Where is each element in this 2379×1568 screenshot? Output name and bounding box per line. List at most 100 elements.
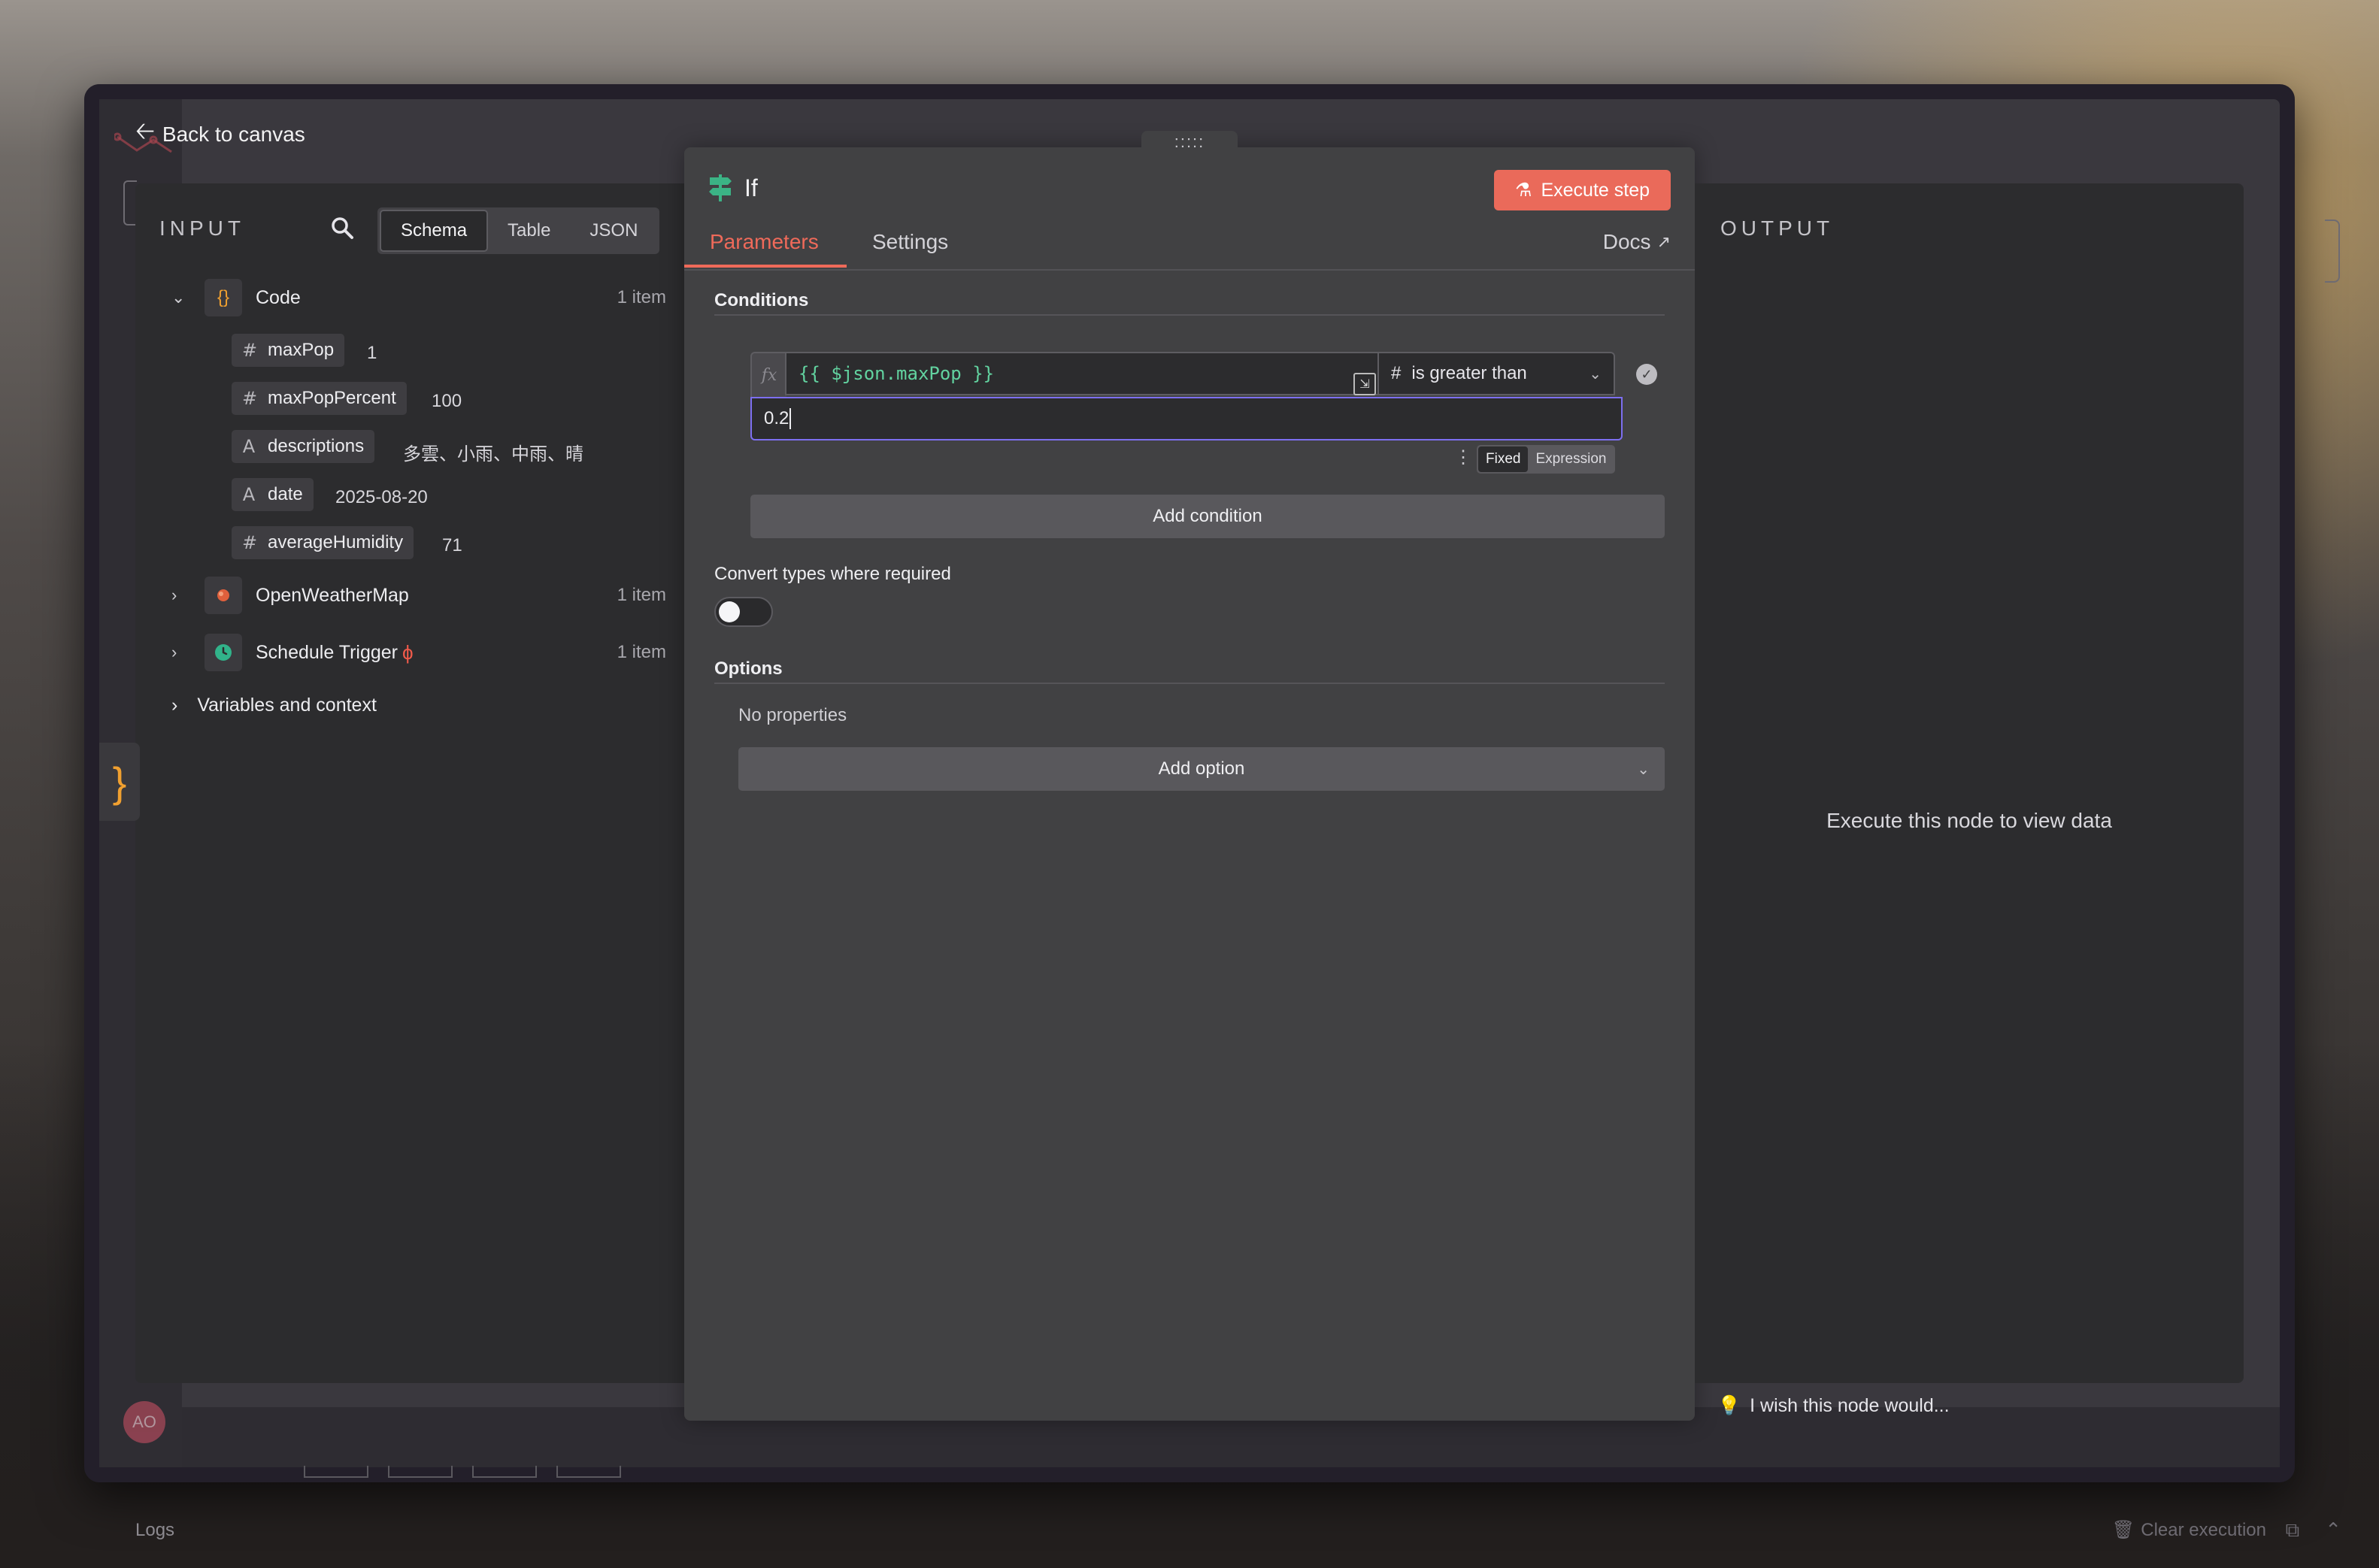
mode-expression[interactable]: Expression [1528,446,1614,472]
code-node-tab[interactable]: } [99,743,140,821]
input-panel: INPUT Schema Table JSON ⌄ {} Code 1 item… [135,183,684,1383]
popout-icon[interactable]: ⧉ [2286,1518,2300,1542]
active-tab-indicator [684,265,847,268]
tab-table[interactable]: Table [488,210,570,252]
operator-label: is greater than [1411,363,1527,383]
tree-node-schedule-trigger[interactable]: › Schedule Trigger ϕ 1 item [135,630,684,675]
item-count: 1 item [617,287,666,307]
feedback-label: I wish this node would... [1750,1395,1950,1416]
expand-icon[interactable]: ⇲ [1353,373,1376,395]
output-panel-title: OUTPUT [1720,216,1835,240]
search-icon[interactable] [329,215,355,241]
more-options-icon[interactable]: ⋮ [1454,446,1472,468]
canvas-edge-control [2325,219,2340,283]
signpost-icon [709,174,732,201]
view-mode-tabs: Schema Table JSON [377,207,660,254]
divider [714,683,1665,684]
number-type-icon: # [242,340,258,361]
logs-toggle[interactable]: Logs [135,1520,174,1541]
check-circle-icon: ✓ [1636,364,1657,385]
drag-handle[interactable]: ::::: [1141,131,1238,153]
clock-icon [205,634,242,671]
string-type-icon: A [242,436,256,457]
node-name: Code [256,286,301,308]
right-value-text: 0.2 [764,408,789,428]
text-caret [789,408,792,429]
field-name: descriptions [268,436,365,456]
convert-types-toggle[interactable] [714,597,773,627]
arrow-left-icon: 🡠 [135,117,155,144]
weather-icon [205,577,242,614]
logs-actions: ⧉ ⌃ [2286,1518,2341,1542]
field-value: 1 [367,343,377,363]
variables-and-context[interactable]: › Variables and context [171,695,377,716]
options-title: Options [714,658,783,679]
item-count: 1 item [617,642,666,662]
node-editor-panel: ::::: If ⚗ Execute step Parameters Setti… [684,131,1695,1421]
node-title[interactable]: If [744,174,758,202]
chevron-down-icon[interactable]: ⌄ [171,288,192,307]
execute-step-button[interactable]: ⚗ Execute step [1494,170,1671,210]
tab-json[interactable]: JSON [570,210,657,252]
input-panel-title: INPUT [159,216,245,240]
schema-field-maxpop[interactable]: # maxPop [232,334,345,367]
output-panel: OUTPUT Execute this node to view data [1695,183,2244,1383]
clear-execution-label: Clear execution [2141,1519,2266,1540]
add-option-dropdown[interactable]: Add option ⌄ [738,747,1665,791]
trigger-bolt-icon: ϕ [402,640,414,664]
node-header: If [707,173,758,203]
number-type-icon: # [242,388,258,409]
avatar[interactable]: AO [123,1401,165,1443]
tab-schema[interactable]: Schema [380,210,489,252]
no-properties-text: No properties [738,705,847,725]
docs-label: Docs [1602,230,1651,253]
right-value-input[interactable]: 0.2 [750,397,1623,440]
field-value: 71 [442,535,462,555]
mode-fixed[interactable]: Fixed [1478,446,1529,472]
convert-types-label: Convert types where required [714,564,951,584]
number-type-icon: # [1391,363,1402,383]
output-empty-message: Execute this node to view data [1826,809,2112,832]
code-braces-icon: {} [205,279,242,316]
feedback-link[interactable]: 💡 I wish this node would... [1717,1395,1950,1417]
clear-execution-button[interactable]: 🗑 Clear execution [2112,1519,2266,1541]
schema-field-maxpoppercent[interactable]: # maxPopPercent [232,382,407,415]
field-value: 2025-08-20 [335,487,428,507]
schema-field-averagehumidity[interactable]: # averageHumidity [232,526,414,559]
field-name: maxPopPercent [268,388,396,408]
field-name: date [268,484,303,504]
tab-parameters[interactable]: Parameters [710,230,819,254]
left-value-expression[interactable]: {{ $json.maxPop }} [785,352,1379,395]
back-to-canvas-link[interactable]: 🡠 Back to canvas [135,114,305,155]
chevron-down-icon: ⌄ [1589,365,1602,383]
trash-icon: 🗑 [2111,1520,2135,1540]
schema-field-date[interactable]: A date [232,478,314,511]
add-condition-button[interactable]: Add condition [750,495,1665,538]
fx-icon: fx [750,352,786,398]
external-link-icon: ↗ [1656,232,1671,251]
back-to-canvas-label: Back to canvas [162,123,305,146]
schema-field-descriptions[interactable]: A descriptions [232,430,375,463]
operator-select[interactable]: # is greater than ⌄ [1379,352,1615,395]
field-value: 100 [432,391,462,411]
execute-step-label: Execute step [1541,179,1650,201]
lightbulb-icon: 💡 [1717,1395,1741,1416]
tree-node-code[interactable]: ⌄ {} Code 1 item [135,275,684,320]
add-option-label: Add option [1158,758,1245,779]
docs-link[interactable]: Docs ↗ [1603,230,1671,254]
fixed-expression-toggle: Fixed Expression [1477,445,1616,474]
chevron-right-icon[interactable]: › [171,643,192,662]
toggle-knob [719,601,740,622]
condition-row: fx {{ $json.maxPop }} ⇲ # is greater tha… [750,352,1657,398]
chevron-right-icon[interactable]: › [171,586,192,605]
node-editor-tabs: Parameters Settings Docs ↗ [684,226,1695,271]
chevron-up-icon[interactable]: ⌃ [2325,1518,2341,1542]
chevron-right-icon: › [171,695,178,716]
string-type-icon: A [242,484,256,505]
canvas-toolbar-hint [304,1466,621,1478]
number-type-icon: # [242,532,258,553]
tab-settings[interactable]: Settings [872,230,948,254]
variables-label: Variables and context [197,695,377,716]
tree-node-openweathermap[interactable]: › OpenWeatherMap 1 item [135,573,684,618]
node-name: OpenWeatherMap [256,584,409,606]
